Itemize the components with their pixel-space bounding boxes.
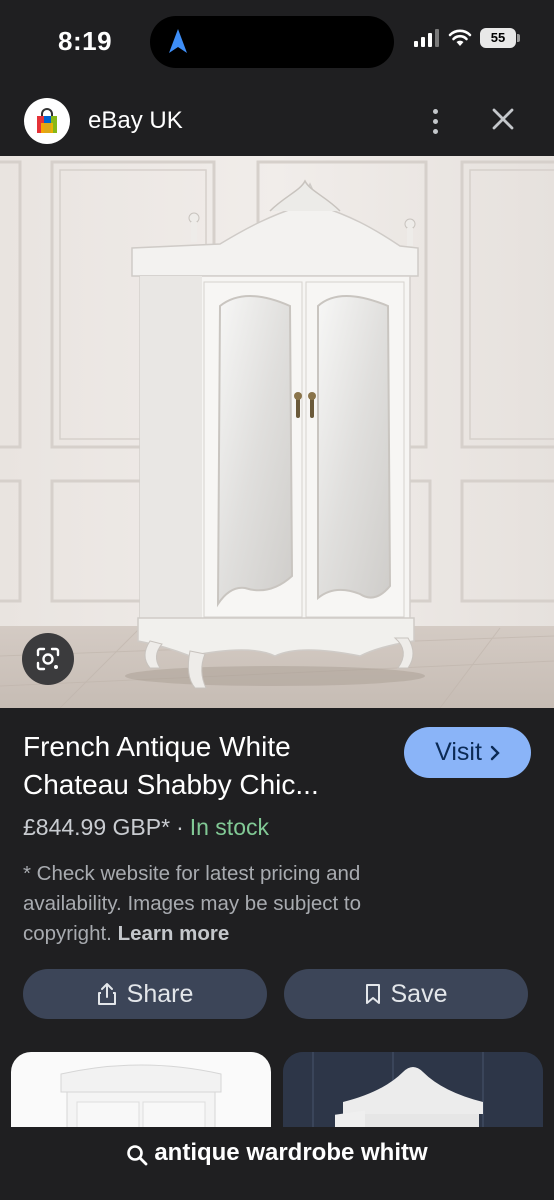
share-button[interactable]: Share [23, 969, 267, 1019]
price-row: £844.99 GBP* · In stock [23, 814, 269, 841]
learn-more-link[interactable]: Learn more [118, 922, 230, 945]
stock-status: In stock [189, 814, 269, 840]
signal-icon [414, 29, 439, 47]
wifi-icon [448, 29, 472, 46]
battery-icon: 55 [480, 28, 520, 48]
product-title[interactable]: French Antique White Chateau Shabby Chic… [23, 728, 383, 804]
wardrobe-image [0, 156, 554, 708]
navigation-arrow-icon [169, 29, 187, 53]
product-image[interactable] [0, 156, 554, 708]
site-title: eBay UK [88, 107, 183, 134]
lens-icon [36, 647, 60, 671]
share-label: Share [126, 979, 194, 1008]
close-icon[interactable] [486, 102, 520, 136]
visit-button[interactable]: Visit [404, 727, 531, 778]
separator: · [176, 814, 184, 840]
more-options-button[interactable] [420, 104, 450, 138]
status-time: 8:19 [58, 26, 113, 56]
visit-label: Visit [435, 738, 482, 766]
shopping-bag-icon [37, 108, 57, 133]
search-query: antique wardrobe whitw [154, 1139, 428, 1166]
status-icons: 55 [414, 28, 520, 48]
save-label: Save [390, 979, 448, 1008]
app-header: eBay UK [0, 86, 554, 156]
bookmark-icon [365, 984, 380, 1004]
chevron-right-icon [490, 745, 500, 760]
site-logo[interactable] [24, 98, 70, 144]
dynamic-island [150, 16, 394, 68]
status-bar: 8:19 55 [0, 0, 554, 86]
more-vert-icon [432, 108, 438, 114]
save-button[interactable]: Save [284, 969, 528, 1019]
disclaimer: * Check website for latest pricing and a… [23, 859, 423, 949]
search-bar[interactable]: antique wardrobe whitw [0, 1127, 554, 1200]
search-icon [127, 1145, 148, 1166]
share-icon [97, 983, 116, 1005]
lens-button[interactable] [22, 633, 74, 685]
price: £844.99 GBP* [23, 814, 171, 840]
